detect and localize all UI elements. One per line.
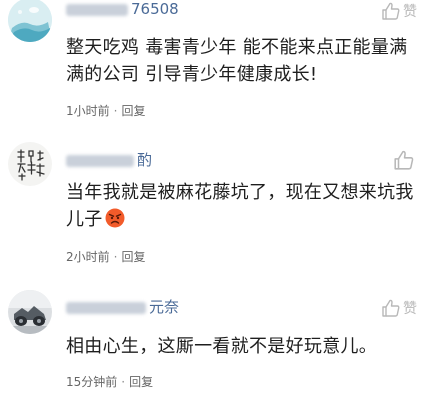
- timestamp: 2小时前: [66, 250, 110, 264]
- username[interactable]: 元奈: [66, 296, 179, 317]
- angry-face-emoji: [105, 208, 125, 228]
- separator-dot: ·: [113, 104, 118, 118]
- thumbs-up-icon: [394, 150, 414, 170]
- obscured-name: [66, 3, 128, 16]
- avatar-image: [8, 0, 52, 42]
- reply-link[interactable]: 回复: [121, 250, 145, 264]
- reply-link[interactable]: 回复: [129, 375, 153, 389]
- like-button[interactable]: 赞: [381, 297, 417, 319]
- separator-dot: ·: [113, 250, 118, 264]
- avatar[interactable]: [8, 142, 52, 186]
- like-button[interactable]: 赞: [381, 0, 417, 22]
- thumbs-up-icon: [382, 299, 400, 317]
- like-label: 赞: [403, 4, 417, 20]
- thumbs-up-icon: [382, 2, 400, 20]
- comment-text: 整天吃鸡 毒害青少年 能不能来点正能量满满的公司 引导青少年健康成长!: [66, 37, 408, 85]
- comment-item: 酌 当年我就是被麻花藤坑了，现在又想来坑我儿子 2小时前 · 回复: [0, 128, 425, 274]
- avatar-image: [8, 142, 52, 186]
- like-button[interactable]: [393, 149, 417, 171]
- reply-link[interactable]: 回复: [121, 104, 145, 118]
- obscured-name: [66, 301, 146, 314]
- comment-meta: 2小时前 · 回复: [66, 248, 145, 265]
- comment-text: 相由心生，这厮一看就不是好玩意儿。: [66, 336, 378, 357]
- obscured-name: [66, 154, 134, 167]
- timestamp: 15分钟前: [66, 375, 118, 389]
- timestamp: 1小时前: [66, 104, 110, 118]
- like-label: 赞: [403, 301, 417, 317]
- avatar[interactable]: [8, 290, 52, 334]
- comment-meta: 15分钟前 · 回复: [66, 373, 153, 390]
- comment-item: 元奈 赞 相由心生，这厮一看就不是好玩意儿。 15分钟前 · 回复: [0, 274, 425, 393]
- separator-dot: ·: [121, 375, 126, 389]
- comment-item: 76508 赞 整天吃鸡 毒害青少年 能不能来点正能量满满的公司 引导青少年健康…: [0, 0, 425, 128]
- username[interactable]: 76508: [66, 0, 179, 18]
- username[interactable]: 酌: [66, 149, 152, 170]
- comment-text: 当年我就是被麻花藤坑了，现在又想来坑我儿子: [66, 182, 414, 230]
- avatar-image: [8, 290, 52, 334]
- avatar[interactable]: [8, 0, 52, 42]
- comment-meta: 1小时前 · 回复: [66, 102, 145, 119]
